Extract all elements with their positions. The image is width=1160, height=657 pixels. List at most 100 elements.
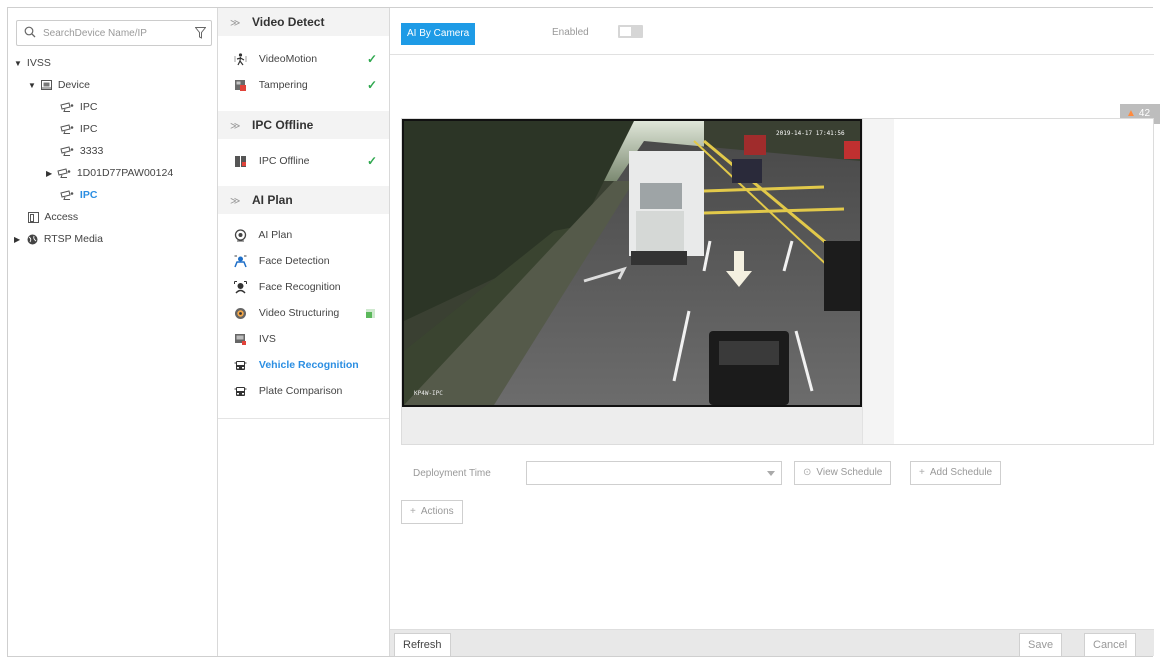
refresh-button[interactable]: Refresh — [394, 633, 451, 657]
button-label: Add Schedule — [929, 467, 993, 478]
tree-node-camera[interactable]: 3333 — [60, 140, 103, 162]
group-title: IPC Offline — [252, 118, 314, 132]
menu-item-label: IPC Offline — [258, 155, 310, 167]
view-schedule-button[interactable]: ⊙ View Schedule — [794, 461, 892, 485]
camera-icon — [60, 190, 74, 201]
access-icon — [28, 211, 39, 223]
expand-right-icon[interactable]: ▶ — [14, 229, 22, 251]
video-timestamp: 2019-14-17 17:41:56 — [776, 130, 845, 137]
video-preview-panel: 2019-14-17 17:41:56 KP4W-IPC — [401, 118, 1154, 445]
plus-icon: + — [919, 467, 925, 478]
tree-node-camera[interactable]: ▶ 1D01D77PAW00124 — [46, 162, 173, 184]
add-schedule-button[interactable]: + Add Schedule — [910, 461, 1002, 485]
ai-by-camera-tab[interactable]: AI By Camera — [401, 23, 476, 45]
menu-item-ivs[interactable]: IVS — [218, 326, 389, 352]
live-video[interactable]: 2019-14-17 17:41:56 KP4W-IPC — [402, 119, 862, 407]
globe-icon — [27, 234, 38, 245]
collapse-chevron-icon[interactable]: ≫ — [230, 10, 244, 38]
actions-button[interactable]: + Actions — [401, 500, 463, 524]
filter-icon[interactable] — [195, 27, 206, 39]
save-button[interactable]: Save — [1019, 633, 1063, 657]
tree-node-label: IPC — [79, 123, 98, 135]
menu-item-label: IVS — [258, 333, 276, 345]
tree-node-label: 1D01D77PAW00124 — [76, 167, 174, 179]
button-label: Actions — [420, 506, 454, 517]
menu-item-label: Vehicle Recognition — [258, 359, 359, 371]
menu-item-video-structuring[interactable]: Video Structuring — [218, 300, 389, 326]
footer-bar: Refresh Save Cancel — [390, 629, 1154, 657]
tree-node-camera[interactable]: IPC — [60, 118, 97, 140]
camera-icon — [57, 168, 71, 179]
vehicle-icon — [234, 360, 247, 370]
traffic-scene-image: 2019-14-17 17:41:56 KP4W-IPC — [404, 121, 860, 405]
divider — [218, 418, 389, 419]
cancel-button[interactable]: Cancel — [1084, 633, 1137, 657]
device-tree-panel: ▼ IVSS ▼ Device IPC IPC 3333 ▶ — [8, 8, 218, 656]
check-icon: ✓ — [366, 154, 377, 168]
device-search-box[interactable] — [16, 20, 212, 46]
tree-node-label: IPC — [79, 101, 98, 113]
config-content: AI By Camera Enabled ▲ 42 2019-14-17 17:… — [390, 8, 1160, 657]
ivs-icon — [235, 333, 246, 345]
video-structuring-icon — [235, 307, 246, 319]
expand-down-icon[interactable]: ▼ — [28, 75, 38, 97]
device-search-input[interactable] — [43, 25, 183, 41]
partial-status-icon — [366, 309, 375, 318]
deployment-time-select[interactable] — [526, 461, 782, 485]
menu-item-label: AI Plan — [258, 229, 293, 241]
tree-node-access[interactable]: Access — [28, 206, 78, 228]
collapse-chevron-icon[interactable]: ≫ — [230, 113, 244, 141]
tree-node-camera-selected[interactable]: IPC — [60, 184, 97, 206]
video-caption: KP4W-IPC — [414, 390, 443, 397]
menu-item-videomotion[interactable]: VideoMotion ✓ — [218, 46, 389, 72]
camera-icon — [60, 102, 74, 113]
person-motion-icon — [234, 53, 247, 66]
tree-node-label: IVSS — [26, 57, 51, 69]
menu-item-vehicle-recognition[interactable]: Vehicle Recognition — [218, 352, 389, 378]
collapse-chevron-icon[interactable]: ≫ — [230, 188, 244, 216]
app-window: ▼ IVSS ▼ Device IPC IPC 3333 ▶ — [7, 7, 1160, 657]
tree-node-label: IPC — [79, 189, 98, 201]
video-side-strip — [862, 119, 894, 444]
device-folder-icon — [40, 80, 52, 91]
menu-item-label: Face Detection — [258, 255, 330, 267]
tree-node-ivss[interactable]: ▼ IVSS — [14, 52, 51, 74]
menu-item-face-detection[interactable]: Face Detection — [218, 248, 389, 274]
tree-node-label: 3333 — [79, 145, 104, 157]
menu-item-label: Plate Comparison — [258, 385, 343, 397]
camera-icon — [60, 124, 74, 135]
menu-item-tampering[interactable]: Tampering ✓ — [218, 72, 389, 98]
plate-icon — [234, 386, 247, 396]
menu-item-ipc-offline[interactable]: IPC Offline ✓ — [218, 148, 389, 174]
menu-item-label: Face Recognition — [258, 281, 341, 293]
ai-plan-icon — [234, 229, 247, 242]
expand-right-icon[interactable]: ▶ — [46, 163, 54, 185]
menu-item-ai-plan[interactable]: AI Plan — [218, 222, 389, 248]
tree-node-label: RTSP Media — [43, 233, 103, 245]
face-detection-icon — [234, 255, 247, 267]
ipc-offline-icon — [235, 155, 246, 167]
check-icon: ✓ — [366, 78, 377, 92]
tampering-icon — [235, 79, 246, 91]
tree-node-device[interactable]: ▼ Device — [28, 74, 90, 96]
config-toolbar: AI By Camera Enabled — [390, 8, 1154, 55]
menu-item-plate-comparison[interactable]: Plate Comparison — [218, 378, 389, 404]
check-icon: ✓ — [366, 52, 377, 66]
toggle-knob — [620, 27, 631, 36]
expand-down-icon[interactable]: ▼ — [14, 53, 24, 75]
face-recognition-icon — [234, 280, 247, 294]
tree-node-rtsp[interactable]: ▶ RTSP Media — [14, 228, 103, 250]
group-video-detect[interactable]: ≫ Video Detect — [218, 8, 389, 36]
enable-toggle[interactable] — [618, 25, 643, 38]
menu-item-label: Tampering — [258, 79, 308, 91]
tree-node-camera[interactable]: IPC — [60, 96, 97, 118]
dropdown-caret-icon — [767, 471, 775, 476]
plus-icon: + — [410, 506, 416, 517]
search-icon — [24, 26, 36, 38]
group-ipc-offline[interactable]: ≫ IPC Offline — [218, 111, 389, 139]
menu-item-face-recognition[interactable]: Face Recognition — [218, 274, 389, 300]
group-ai-plan[interactable]: ≫ AI Plan — [218, 186, 389, 214]
menu-item-label: VideoMotion — [258, 53, 318, 65]
group-title: AI Plan — [252, 193, 293, 207]
group-title: Video Detect — [252, 15, 325, 29]
